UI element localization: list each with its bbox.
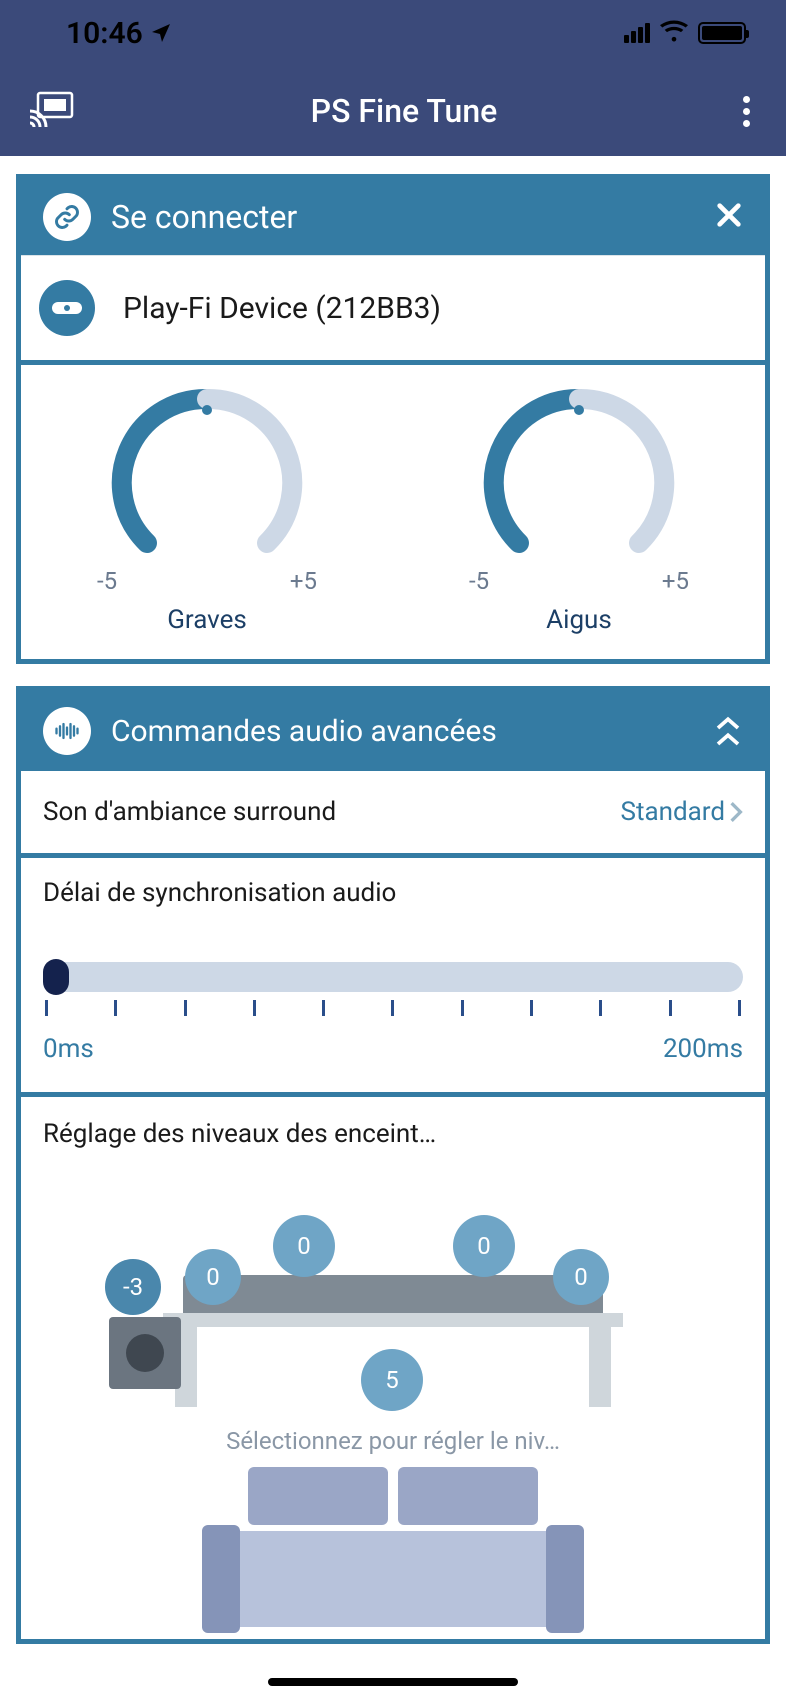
connect-card: Se connecter Play-Fi Device (212BB3) [16,174,770,365]
sync-min: 0ms [43,1034,94,1064]
home-indicator[interactable] [268,1678,518,1686]
treble-dial-indicator [574,405,584,415]
location-arrow-icon [149,21,173,45]
sync-range: 0ms 200ms [43,1034,743,1064]
nav-bar: PS Fine Tune [0,66,786,156]
status-bar: 10:46 [0,0,786,66]
left-front-level-bubble[interactable]: 0 [185,1249,241,1305]
sync-slider-thumb[interactable] [43,959,69,995]
center-left-level-bubble[interactable]: 0 [273,1215,335,1277]
connect-title: Se connecter [111,198,695,236]
center-right-level-bubble[interactable]: 0 [453,1215,515,1277]
center-level-bubble[interactable]: 5 [361,1349,423,1411]
link-icon [43,193,91,241]
device-icon [39,280,95,336]
sync-slider[interactable] [43,962,743,992]
treble-label: Aigus [546,605,612,635]
bass-label: Graves [167,605,247,635]
wifi-icon [660,20,688,46]
status-right [624,20,746,46]
bass-dial-wrap: -5 +5 Graves [21,365,393,659]
sync-max: 200ms [663,1034,743,1064]
page-title: PS Fine Tune [74,92,734,130]
clock-text: 10:46 [66,16,143,51]
sync-block: Délai de synchronisation audio 0ms 200ms [21,858,765,1092]
couch-graphic [228,1467,558,1627]
battery-icon [698,22,746,44]
collapse-icon [713,715,743,747]
more-menu-icon[interactable] [734,96,758,127]
advanced-header[interactable]: Commandes audio avancées [21,691,765,771]
close-icon[interactable] [715,201,743,233]
treble-dial[interactable] [479,383,679,583]
speaker-levels-label: Réglage des niveaux des enceint… [43,1119,743,1149]
sync-label: Délai de synchronisation audio [43,878,743,908]
stand-graphic [163,1313,623,1327]
right-front-level-bubble[interactable]: 0 [553,1249,609,1305]
audio-icon [43,707,91,755]
cast-icon[interactable] [28,91,74,131]
eq-dials-card: -5 +5 Graves -5 +5 Aigus [16,365,770,664]
surround-label: Son d'ambiance surround [43,797,336,827]
advanced-title: Commandes audio avancées [111,714,693,749]
soundbar-graphic [183,1275,603,1317]
subwoofer-graphic [109,1317,181,1389]
status-time: 10:46 [66,16,173,51]
cellular-signal-icon [624,23,650,43]
treble-dial-wrap: -5 +5 Aigus [393,365,765,659]
device-name: Play-Fi Device (212BB3) [123,291,441,326]
surround-row[interactable]: Son d'ambiance surround Standard [21,771,765,853]
surround-value-wrap: Standard [621,797,743,827]
speaker-levels-block: Réglage des niveaux des enceint… -3 0 0 … [21,1097,765,1639]
surround-value: Standard [621,797,725,827]
chevron-right-icon [729,801,743,823]
speaker-room-diagram: -3 0 0 0 0 5 Sélectionnez pour régler le… [43,1179,743,1609]
speaker-hint: Sélectionnez pour régler le niv… [43,1427,743,1455]
connect-header: Se connecter [21,179,765,255]
subwoofer-level-bubble[interactable]: -3 [105,1259,161,1315]
bass-dial[interactable] [107,383,307,583]
device-row[interactable]: Play-Fi Device (212BB3) [21,255,765,360]
advanced-card: Commandes audio avancées Son d'ambiance … [16,686,770,1644]
bass-dial-indicator [202,405,212,415]
sync-ticks [43,1000,743,1016]
